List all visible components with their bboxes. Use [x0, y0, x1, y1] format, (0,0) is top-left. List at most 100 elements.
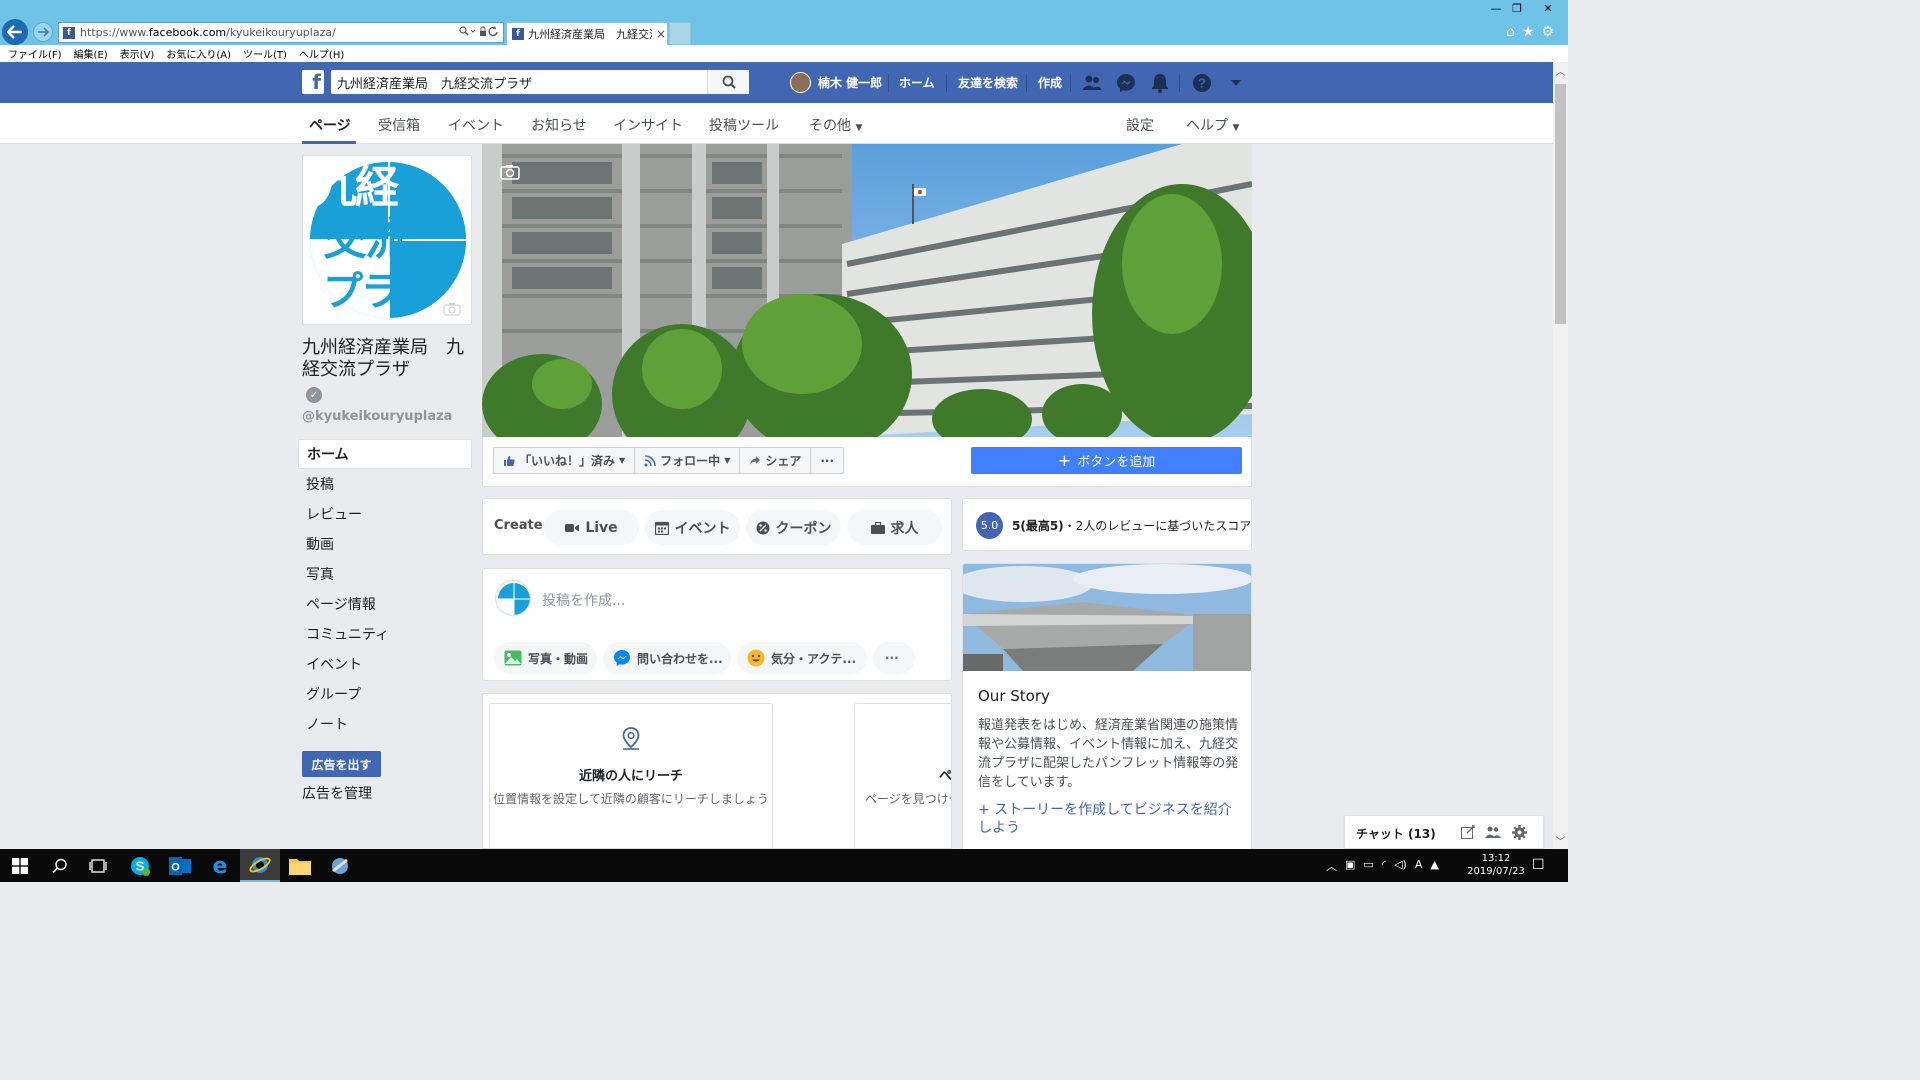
- help-icon[interactable]: ?: [1191, 72, 1213, 94]
- manage-ads-link[interactable]: 広告を管理: [302, 783, 372, 803]
- page-username[interactable]: @kyukeikouryuplaza: [302, 409, 452, 424]
- sidebar-item-posts[interactable]: 投稿: [298, 469, 472, 499]
- taskbar-edge[interactable]: e: [200, 849, 240, 882]
- task-view-button[interactable]: [78, 849, 118, 882]
- search-button[interactable]: [707, 70, 749, 94]
- messenger-icon[interactable]: [1115, 72, 1137, 94]
- taskbar-internet-explorer[interactable]: [240, 849, 280, 882]
- new-tab-button[interactable]: [669, 22, 691, 45]
- more-actions-button[interactable]: ···: [811, 448, 843, 473]
- create-event-button[interactable]: イベント: [645, 510, 740, 545]
- window-minimize-button[interactable]: —: [1486, 0, 1506, 16]
- menu-help[interactable]: ヘルプ(H): [299, 46, 344, 61]
- sidebar-item-notes[interactable]: ノート: [298, 709, 472, 739]
- friend-requests-icon[interactable]: [1081, 72, 1103, 94]
- sidebar-item-home[interactable]: ホーム: [298, 439, 472, 469]
- following-button[interactable]: フォロー中 ▼: [635, 448, 741, 473]
- battery-icon[interactable]: ▭: [1363, 858, 1373, 874]
- tab-more[interactable]: その他 ▼: [809, 115, 862, 135]
- cover-photo[interactable]: [482, 144, 1252, 437]
- user-avatar[interactable]: [790, 72, 811, 93]
- feeling-button[interactable]: 気分・アクテ...: [737, 642, 867, 674]
- ime-icon[interactable]: A: [1415, 858, 1423, 874]
- group-chat-icon[interactable]: [1485, 824, 1501, 840]
- start-button[interactable]: [0, 849, 40, 882]
- window-close-button[interactable]: ✕: [1528, 0, 1568, 16]
- promo-card[interactable]: 近隣の人にリーチ 位置情報を設定して近隣の顧客にリーチしましょう: [489, 703, 773, 848]
- browser-tab[interactable]: f 九州経済産業局 九経交流... ×: [506, 22, 668, 45]
- tray-app-icon[interactable]: ▣: [1345, 858, 1355, 874]
- create-story-link[interactable]: + ストーリーを作成してビジネスを紹介しよう: [978, 801, 1240, 837]
- taskbar-outlook[interactable]: O: [160, 849, 200, 882]
- tab-inbox[interactable]: 受信箱: [378, 115, 420, 135]
- scrollbar-thumb[interactable]: [1555, 84, 1566, 324]
- story-image[interactable]: [963, 564, 1251, 671]
- camera-icon[interactable]: [443, 302, 461, 316]
- address-bar[interactable]: f https://www. facebook.com/kyukeikouryup…: [58, 22, 504, 43]
- tab-close-button[interactable]: ×: [656, 27, 666, 41]
- window-restore-button[interactable]: ❐: [1507, 0, 1527, 16]
- page-title[interactable]: 九州経済産業局 九経交流プラザ: [302, 337, 474, 381]
- sidebar-item-community[interactable]: コミュニティ: [298, 619, 472, 649]
- sidebar-item-reviews[interactable]: レビュー: [298, 499, 472, 529]
- taskbar-app[interactable]: [320, 849, 360, 882]
- account-menu-chevron-icon[interactable]: [1225, 72, 1247, 94]
- vertical-scrollbar[interactable]: ︿ ﹀: [1553, 62, 1568, 849]
- profile-picture[interactable]: 九経 交流 プラザ: [302, 155, 472, 325]
- notifications-bell-icon[interactable]: [1149, 72, 1171, 94]
- tray-expand-icon[interactable]: ︿: [1326, 858, 1337, 874]
- sidebar-item-videos[interactable]: 動画: [298, 529, 472, 559]
- menu-file[interactable]: ファイル(F): [8, 46, 62, 61]
- sidebar-item-events[interactable]: イベント: [298, 649, 472, 679]
- menu-tools[interactable]: ツール(T): [243, 46, 287, 61]
- sidebar-item-groups[interactable]: グループ: [298, 679, 472, 709]
- create-offer-button[interactable]: クーポン: [746, 510, 841, 545]
- menu-favorites[interactable]: お気に入り(A): [166, 46, 231, 61]
- volume-icon[interactable]: ◁): [1394, 858, 1407, 874]
- promo-card[interactable]: ペ ページを見つけや: [854, 703, 951, 848]
- cover-camera-icon[interactable]: [500, 164, 520, 180]
- share-button[interactable]: シェア: [740, 448, 812, 473]
- forward-button[interactable]: [33, 22, 53, 42]
- promote-button[interactable]: 広告を出す: [302, 751, 381, 777]
- photo-video-button[interactable]: 写真・動画: [494, 642, 597, 674]
- taskbar-search-button[interactable]: [40, 849, 80, 882]
- liked-button[interactable]: 「いいね！」済み ▼: [494, 448, 636, 473]
- sidebar-item-about[interactable]: ページ情報: [298, 589, 472, 619]
- taskbar-file-explorer[interactable]: [280, 849, 320, 882]
- favorites-star-icon[interactable]: ★: [1522, 24, 1535, 40]
- find-friends-link[interactable]: 友達を検索: [958, 74, 1018, 91]
- tab-events[interactable]: イベント: [448, 115, 504, 135]
- scroll-down-arrow-icon[interactable]: ﹀: [1553, 832, 1568, 849]
- system-tray[interactable]: ︿ ▣ ▭ ◜ ◁) A ▲: [1326, 858, 1439, 874]
- adobe-icon[interactable]: ▲: [1430, 858, 1438, 874]
- sidebar-item-photos[interactable]: 写真: [298, 559, 472, 589]
- chat-settings-gear-icon[interactable]: [1511, 824, 1527, 840]
- scroll-up-arrow-icon[interactable]: ︿: [1553, 62, 1568, 79]
- tab-notifications[interactable]: お知らせ: [531, 115, 587, 135]
- composer-more-button[interactable]: ···: [873, 642, 915, 674]
- home-icon[interactable]: ⌂: [1506, 24, 1515, 40]
- create-job-button[interactable]: 求人: [847, 510, 942, 545]
- notification-center-icon[interactable]: ☐: [1532, 857, 1545, 873]
- settings-gear-icon[interactable]: ⚙: [1541, 24, 1554, 40]
- facebook-logo-icon[interactable]: f: [302, 70, 324, 94]
- search-input[interactable]: 九州経済産業局 九経交流プラザ: [331, 70, 749, 94]
- tab-insights[interactable]: インサイト: [613, 115, 683, 135]
- menu-view[interactable]: 表示(V): [120, 46, 155, 61]
- tab-page[interactable]: ページ: [309, 115, 351, 135]
- home-link[interactable]: ホーム: [899, 74, 935, 91]
- tab-publishing-tools[interactable]: 投稿ツール: [709, 115, 779, 135]
- compose-message-icon[interactable]: [1460, 824, 1476, 840]
- taskbar-clock[interactable]: 13:12 2019/07/23: [1466, 852, 1526, 878]
- menu-edit[interactable]: 編集(E): [74, 46, 108, 61]
- wifi-icon[interactable]: ◜: [1382, 858, 1386, 874]
- rating-card[interactable]: 5.0 5(最高5)・2人のレビューに基づいたスコア: [962, 498, 1252, 551]
- create-link[interactable]: 作成: [1038, 74, 1062, 91]
- taskbar-skype[interactable]: S: [120, 849, 160, 882]
- address-bar-icons[interactable]: [459, 25, 499, 40]
- add-button-cta[interactable]: + ボタンを追加: [971, 447, 1242, 474]
- user-name-link[interactable]: 楠木 健一郎: [818, 74, 882, 91]
- live-button[interactable]: Live: [544, 510, 639, 545]
- back-button[interactable]: [2, 19, 28, 45]
